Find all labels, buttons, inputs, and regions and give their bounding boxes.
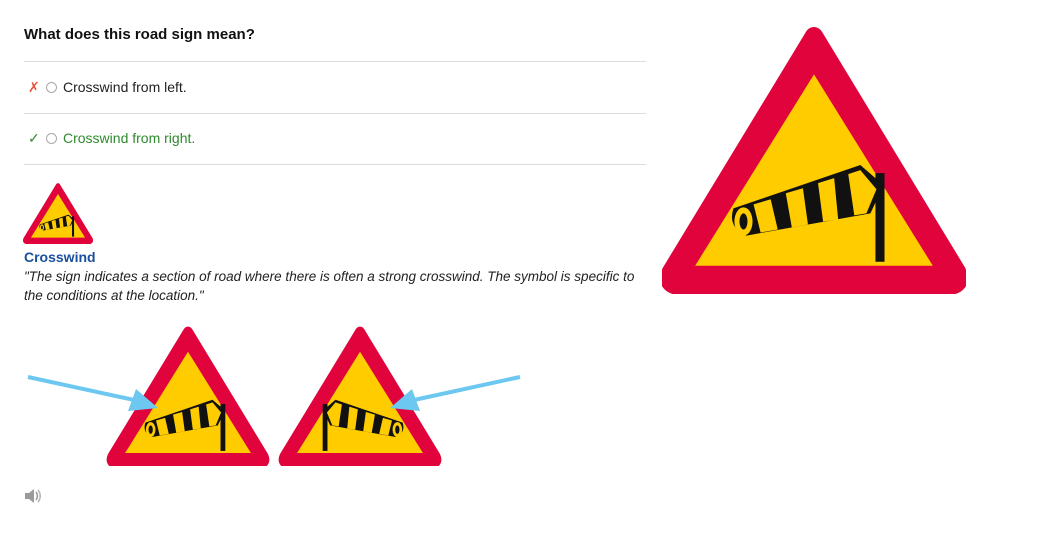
answer-option-right[interactable]: ✓ Crosswind from right.: [24, 113, 646, 163]
radio-button-right[interactable]: [46, 132, 57, 144]
wind-arrow-icon: [27, 375, 158, 411]
answer-label-right: Crosswind from right.: [63, 130, 196, 146]
answer-option-left[interactable]: ✗ Crosswind from left.: [24, 62, 646, 112]
explanation-text: "The sign indicates a section of road wh…: [24, 269, 635, 303]
explanation-title: Crosswind: [24, 249, 96, 265]
crosswind-sign-icon: [662, 22, 966, 294]
crosswind-diagram: [27, 322, 521, 466]
answer-label-left: Crosswind from left.: [63, 79, 187, 95]
radio-button-left[interactable]: [46, 81, 57, 93]
crosswind-sign-icon: [23, 182, 93, 244]
correct-mark-icon: ✓: [28, 129, 40, 146]
divider: [24, 164, 646, 165]
question-text: What does this road sign mean?: [24, 26, 255, 43]
speaker-icon[interactable]: [23, 487, 43, 505]
wind-arrow-icon: [390, 375, 521, 411]
wrong-mark-icon: ✗: [28, 78, 40, 95]
